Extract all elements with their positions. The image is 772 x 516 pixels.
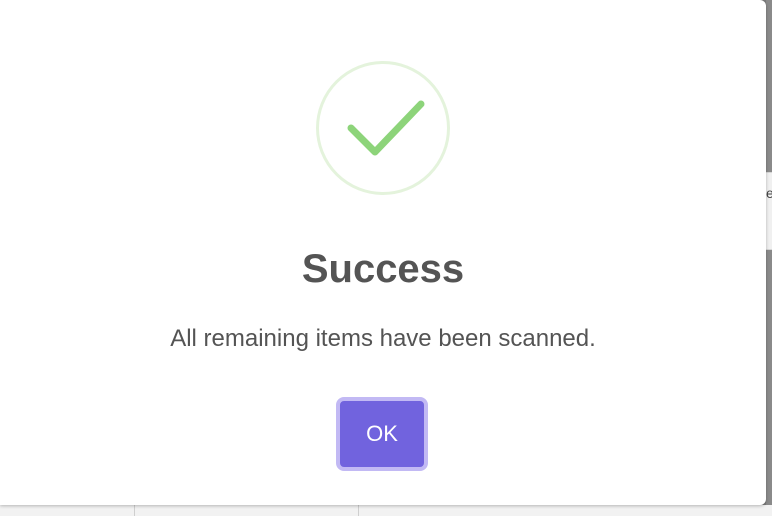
success-check-icon <box>316 61 450 195</box>
background-column-divider <box>358 505 359 516</box>
ok-button[interactable]: OK <box>336 397 428 471</box>
checkmark-icon <box>347 100 425 156</box>
dialog-title: Success <box>301 247 465 291</box>
background-app-edge <box>766 0 772 505</box>
success-dialog: Success All remaining items have been sc… <box>0 0 766 505</box>
dialog-message: All remaining items have been scanned. <box>170 325 596 352</box>
background-app-row: e <box>766 172 772 250</box>
background-row-text: e <box>766 185 772 201</box>
background-column-divider <box>134 505 135 516</box>
background-table-footer <box>0 505 772 516</box>
